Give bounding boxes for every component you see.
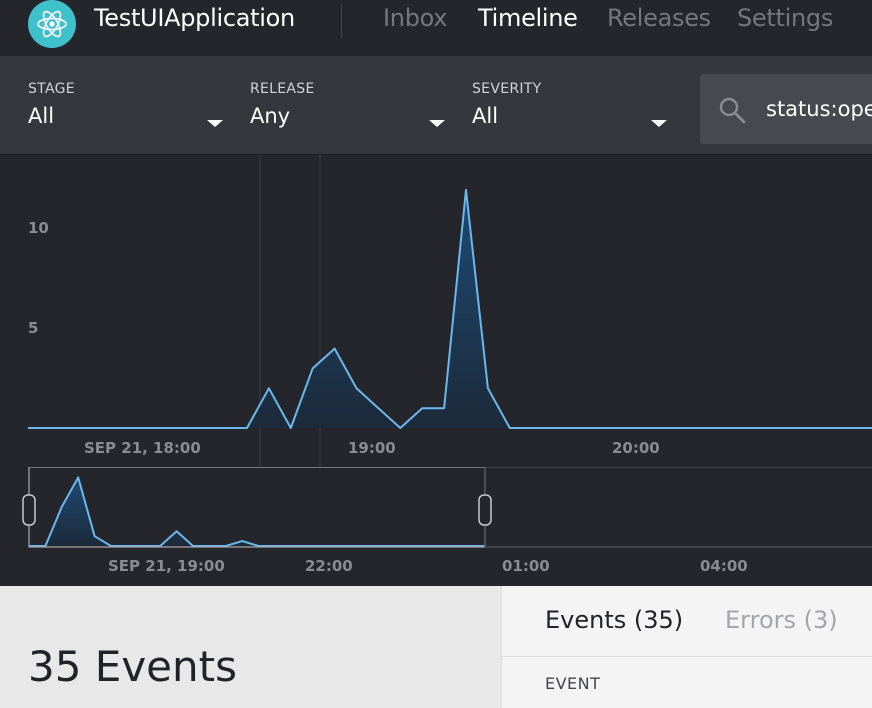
stage-filter-value: All bbox=[28, 104, 55, 128]
brush-handle-left[interactable] bbox=[22, 494, 36, 526]
brush-selection[interactable] bbox=[28, 467, 486, 548]
chevron-down-icon bbox=[651, 120, 667, 127]
search-icon bbox=[719, 97, 746, 124]
x-tick-label: 20:00 bbox=[612, 439, 660, 457]
top-navigation-bar: TestUIApplication Inbox Timeline Release… bbox=[0, 0, 872, 56]
release-filter-label: RELEASE bbox=[250, 81, 315, 97]
events-list-panel: Events (35) Errors (3) EVENT bbox=[501, 586, 872, 708]
column-header-event: EVENT bbox=[545, 674, 601, 693]
brush-remaining bbox=[484, 467, 872, 548]
search-box[interactable] bbox=[700, 74, 872, 144]
overview-x-tick-label: 01:00 bbox=[502, 557, 550, 575]
events-summary-panel: 35 Events bbox=[0, 586, 501, 708]
app-name[interactable]: TestUIApplication bbox=[94, 4, 295, 32]
timeline-chart-svg bbox=[28, 155, 872, 467]
x-tick-label: SEP 21, 18:00 bbox=[84, 439, 201, 457]
timeline-chart[interactable]: 10 5 SEP 21, 18:00 19:00 20:00 bbox=[0, 155, 872, 467]
overview-x-tick-label: 04:00 bbox=[700, 557, 748, 575]
search-input[interactable] bbox=[766, 92, 872, 126]
chevron-down-icon bbox=[429, 120, 445, 127]
overview-series-area bbox=[29, 477, 485, 546]
filter-bar: STAGE All RELEASE Any SEVERITY All bbox=[0, 56, 872, 155]
stage-filter-label: STAGE bbox=[28, 81, 75, 97]
nav-item-inbox[interactable]: Inbox bbox=[383, 4, 447, 32]
tabs-divider bbox=[502, 656, 872, 657]
overview-series-line bbox=[29, 476, 485, 547]
nav-item-releases[interactable]: Releases bbox=[607, 4, 711, 32]
overview-x-tick-label: SEP 21, 19:00 bbox=[108, 557, 225, 575]
tab-events[interactable]: Events (35) bbox=[545, 606, 683, 634]
nav-item-settings[interactable]: Settings bbox=[737, 4, 833, 32]
severity-filter-label: SEVERITY bbox=[472, 81, 542, 97]
chevron-down-icon bbox=[207, 120, 223, 127]
severity-filter-dropdown[interactable]: SEVERITY All bbox=[472, 80, 672, 130]
nav-divider bbox=[341, 4, 342, 38]
overview-x-tick-label: 22:00 bbox=[305, 557, 353, 575]
y-tick-label: 10 bbox=[28, 219, 49, 237]
events-count-heading: 35 Events bbox=[28, 642, 237, 691]
release-filter-value: Any bbox=[250, 104, 291, 128]
release-filter-dropdown[interactable]: RELEASE Any bbox=[250, 80, 450, 130]
tab-errors[interactable]: Errors (3) bbox=[725, 606, 838, 634]
stage-filter-dropdown[interactable]: STAGE All bbox=[28, 80, 228, 130]
overview-chart[interactable]: SEP 21, 19:00 22:00 01:00 04:00 bbox=[0, 467, 872, 586]
y-tick-label: 5 bbox=[28, 319, 39, 337]
react-atom-icon[interactable] bbox=[28, 0, 76, 48]
x-tick-label: 19:00 bbox=[348, 439, 396, 457]
severity-filter-value: All bbox=[472, 104, 499, 128]
brush-handle-right[interactable] bbox=[478, 494, 492, 526]
series-area bbox=[28, 189, 872, 428]
nav-item-timeline[interactable]: Timeline bbox=[478, 4, 578, 32]
